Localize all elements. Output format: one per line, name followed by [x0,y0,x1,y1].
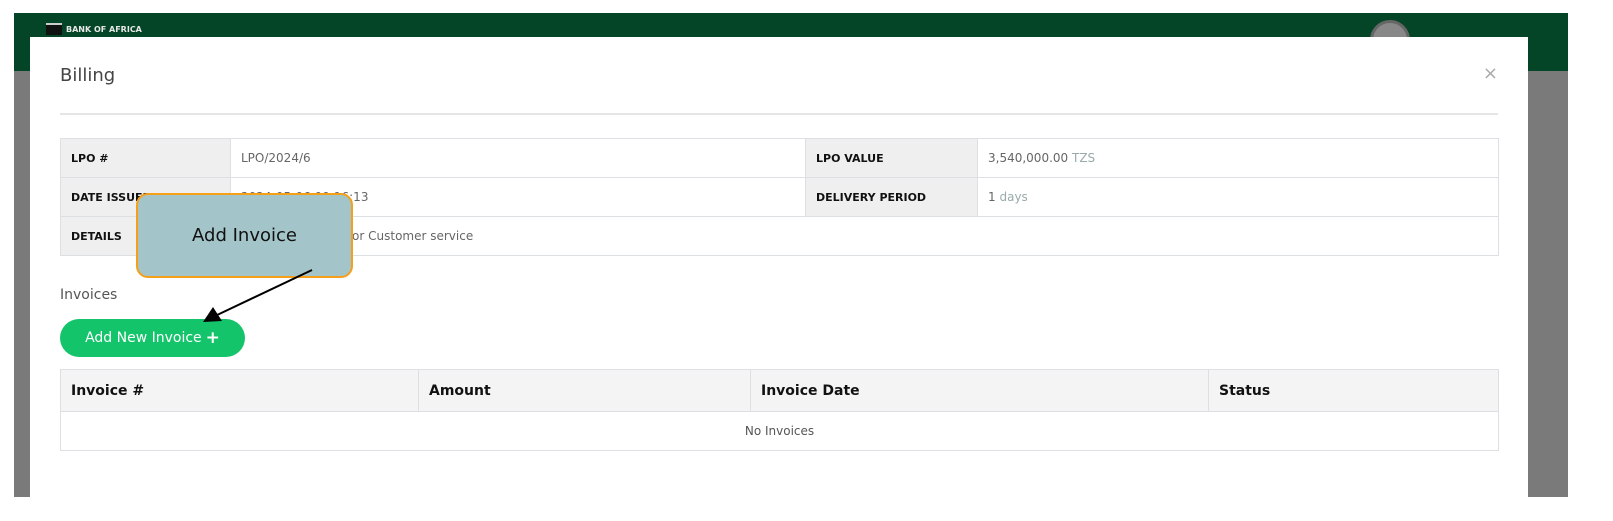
arrow-line [214,269,313,317]
annotation-arrow [203,269,313,322]
